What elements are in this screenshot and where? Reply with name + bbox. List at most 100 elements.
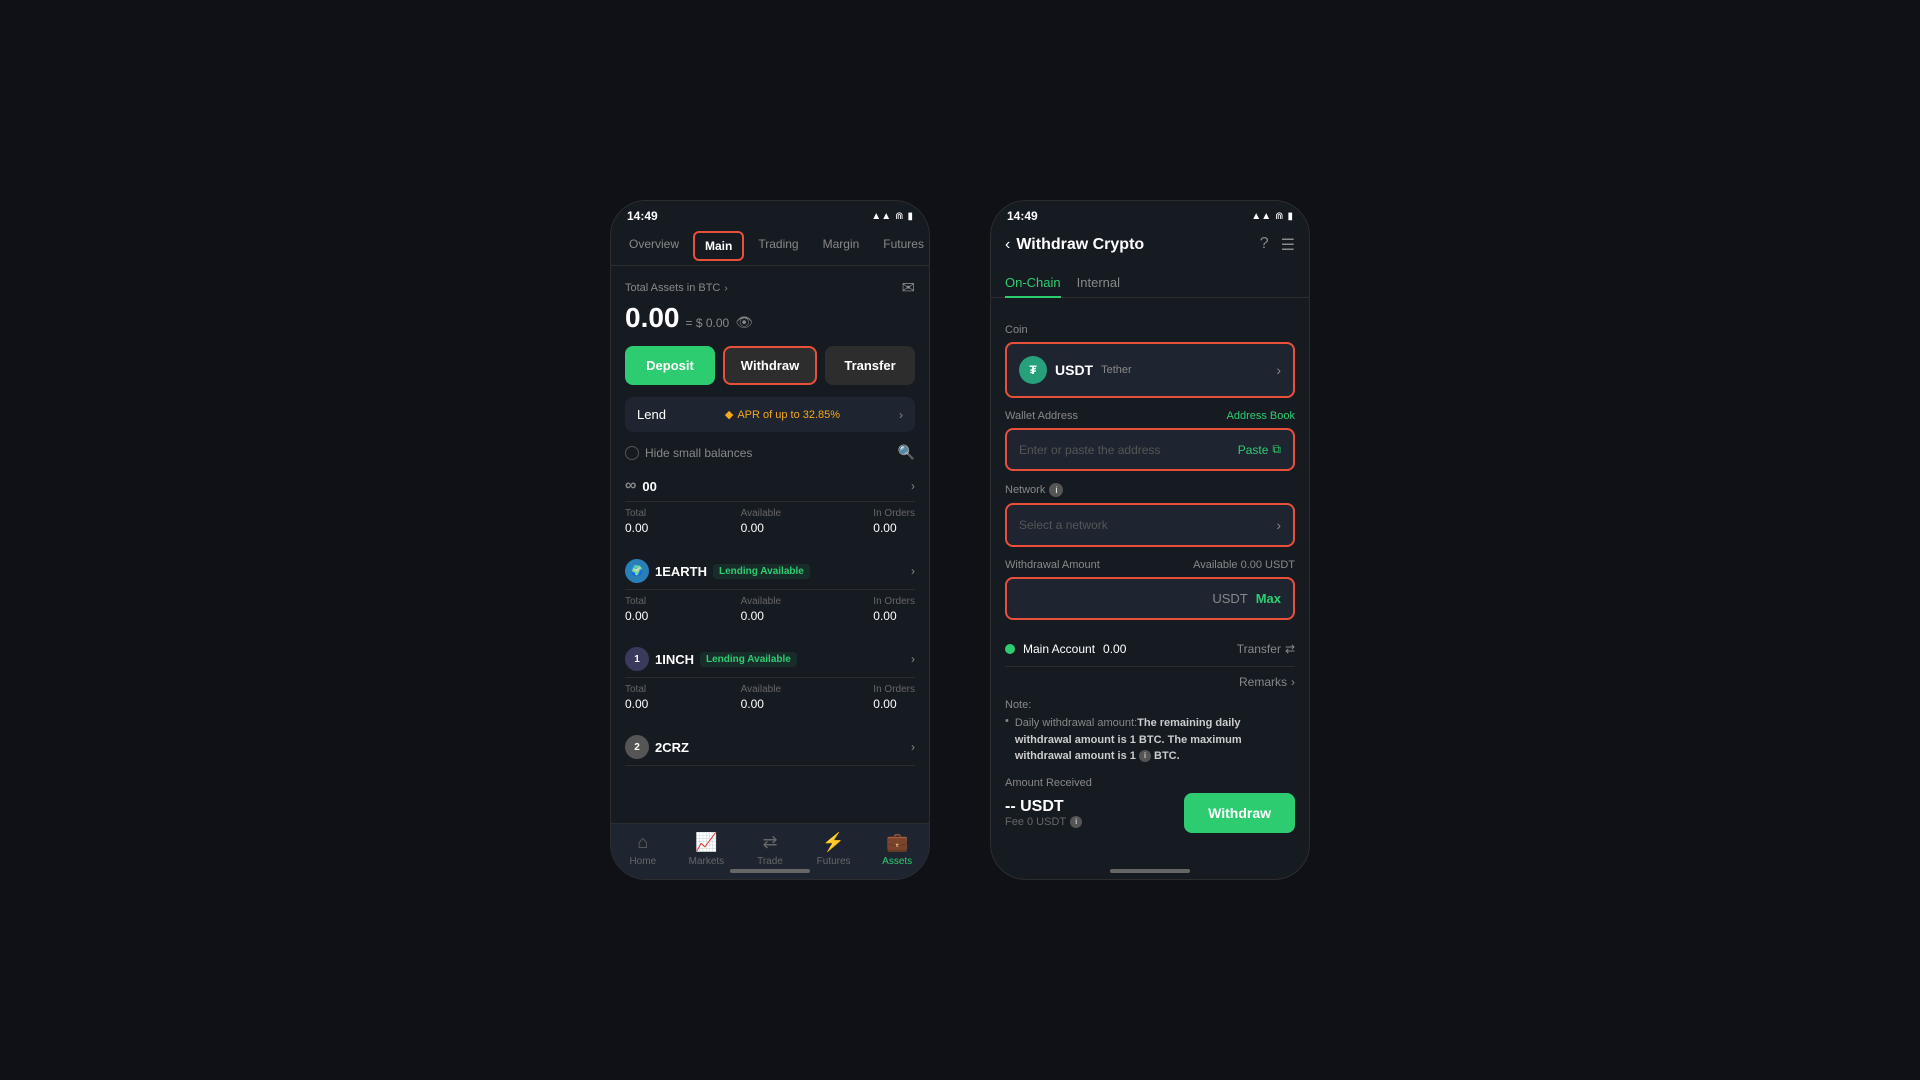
note-info-icon[interactable]: i [1139,750,1151,762]
assets-nav-icon: 💼 [886,832,908,853]
history-icon[interactable]: ☰ [1281,235,1295,255]
tab-futures[interactable]: Futures [873,231,930,261]
mail-icon[interactable]: ✉ [902,278,915,298]
status-bar-1: 14:49 ▲▲ ⋒ ▮ [611,201,929,227]
received-section: Amount Received -- USDT Fee 0 USDT i Wit… [1005,777,1295,833]
withdraw-button[interactable]: Withdraw [723,346,817,385]
withdraw-submit-button[interactable]: Withdraw [1184,793,1295,833]
tab-trading[interactable]: Trading [748,231,808,261]
transfer-link[interactable]: Transfer ⇄ [1237,642,1295,656]
nav-markets[interactable]: 📈 Markets [675,832,739,867]
amount-section: Withdrawal Amount Available 0.00 USDT US… [1005,559,1295,620]
main-account-row: Main Account 0.00 Transfer ⇄ [1005,632,1295,667]
phone-withdraw: 14:49 ▲▲ ⋒ ▮ ‹ Withdraw Crypto ? ☰ [990,200,1310,880]
status-time-2: 14:49 [1007,209,1038,223]
remarks-link[interactable]: Remarks › [1239,675,1295,689]
lend-row[interactable]: Lend ◆ APR of up to 32.85% › [625,397,915,432]
search-icon[interactable]: 🔍 [898,444,915,461]
coin-label: Coin [1005,324,1295,336]
main-balance: 0.00 [625,302,680,334]
total-col: Total 0.00 [625,508,648,535]
tab-overview[interactable]: Overview [619,231,689,261]
eye-icon[interactable]: 👁 [735,314,753,331]
home-indicator-2 [1110,869,1190,873]
network-section: Network i Select a network › [1005,483,1295,547]
paste-icon: ⧉ [1272,442,1281,457]
header-action-icons: ? ☰ [1260,235,1295,255]
token-header-00[interactable]: ∞ 00 › [625,471,915,502]
fee-info-icon[interactable]: i [1070,816,1082,828]
futures-nav-icon: ⚡ [822,832,844,853]
home-indicator [730,869,810,873]
question-icon[interactable]: ? [1260,235,1269,255]
infinity-icon: ∞ [625,477,636,495]
wallet-header: Wallet Address Address Book [1005,410,1295,422]
deposit-button[interactable]: Deposit [625,346,715,385]
fee-text: Fee 0 USDT i [1005,816,1082,828]
screen-container: 14:49 ▲▲ ⋒ ▮ Overview Main Trading Margi… [0,180,1920,900]
balance-row: 0.00 = $ 0.00 👁 [625,302,915,334]
back-button[interactable]: ‹ [1005,236,1010,254]
fee-label: Fee 0 USDT [1005,816,1066,828]
nav-home[interactable]: ⌂ Home [611,832,675,867]
action-buttons: Deposit Withdraw Transfer [625,346,915,385]
markets-nav-label: Markets [689,856,725,867]
status-time-1: 14:49 [627,209,658,223]
hide-balance-toggle[interactable]: Hide small balances [625,446,752,460]
asset-label-chevron: › [724,283,727,294]
token-header-1earth[interactable]: 🌍 1EARTH Lending Available › [625,553,915,590]
network-placeholder: Select a network [1019,518,1108,532]
address-input-box[interactable]: Enter or paste the address Paste ⧉ [1005,428,1295,471]
nav-trade[interactable]: ⇄ Trade [738,832,802,867]
max-button[interactable]: Max [1256,591,1281,606]
apr-text: APR of up to 32.85% [737,409,840,421]
address-book-link[interactable]: Address Book [1227,410,1295,422]
assets-nav-label: Assets [882,856,912,867]
coin-left: ₮ USDT Tether [1019,356,1132,384]
received-row: -- USDT Fee 0 USDT i Withdraw [1005,793,1295,833]
tab-internal[interactable]: Internal [1077,269,1120,298]
remarks-chevron: › [1291,675,1295,689]
inorders-col: In Orders 0.00 [873,508,915,535]
tab-margin[interactable]: Margin [813,231,870,261]
network-selector[interactable]: Select a network › [1005,503,1295,547]
token-header-2crz[interactable]: 2 2CRZ › [625,729,915,766]
coin-name: USDT [1055,362,1093,378]
status-icons-1: ▲▲ ⋒ ▮ [871,211,913,222]
network-label-row: Network i [1005,483,1295,497]
token-row-2crz: 2 2CRZ › [625,729,915,766]
wallet-section: Wallet Address Address Book Enter or pas… [1005,410,1295,471]
transfer-button[interactable]: Transfer [825,346,915,385]
token-row-1earth: 🌍 1EARTH Lending Available › Total 0.00 … [625,553,915,633]
markets-nav-icon: 📈 [695,832,717,853]
transfer-label: Transfer [1237,642,1281,656]
token-balances-1earth: Total 0.00 Available 0.00 In Orders 0.00 [625,590,915,633]
note-title: Note: [1005,699,1295,711]
received-label: Amount Received [1005,777,1295,789]
network-info-icon[interactable]: i [1049,483,1063,497]
signal-icon-2: ▲▲ [1251,211,1271,222]
home-nav-icon: ⌂ [637,832,648,853]
account-balance: 0.00 [1103,642,1126,656]
filter-row: Hide small balances 🔍 [625,444,915,461]
paste-button[interactable]: Paste ⧉ [1238,442,1281,457]
tab-onchain[interactable]: On-Chain [1005,269,1061,298]
address-placeholder: Enter or paste the address [1019,443,1160,457]
lend-label: Lend [637,407,666,422]
token-chevron-00: › [911,479,915,493]
available-col: Available 0.00 [741,508,781,535]
remarks-row: Remarks › [1005,675,1295,689]
available-text: Available 0.00 USDT [1193,559,1295,571]
token-symbol-1earth: 🌍 1EARTH Lending Available [625,559,810,583]
tab-main[interactable]: Main [693,231,744,261]
nav-assets[interactable]: 💼 Assets [865,832,929,867]
hide-balance-checkbox[interactable] [625,446,639,460]
coin-selector[interactable]: ₮ USDT Tether › [1005,342,1295,398]
nav-futures[interactable]: ⚡ Futures [802,832,866,867]
amount-input-box[interactable]: USDT Max [1005,577,1295,620]
token-header-1inch[interactable]: 1 1INCH Lending Available › [625,641,915,678]
status-bar-2: 14:49 ▲▲ ⋒ ▮ [991,201,1309,227]
status-icons-2: ▲▲ ⋒ ▮ [1251,211,1293,222]
wifi-icon: ⋒ [895,211,903,222]
signal-icon: ▲▲ [871,211,891,222]
